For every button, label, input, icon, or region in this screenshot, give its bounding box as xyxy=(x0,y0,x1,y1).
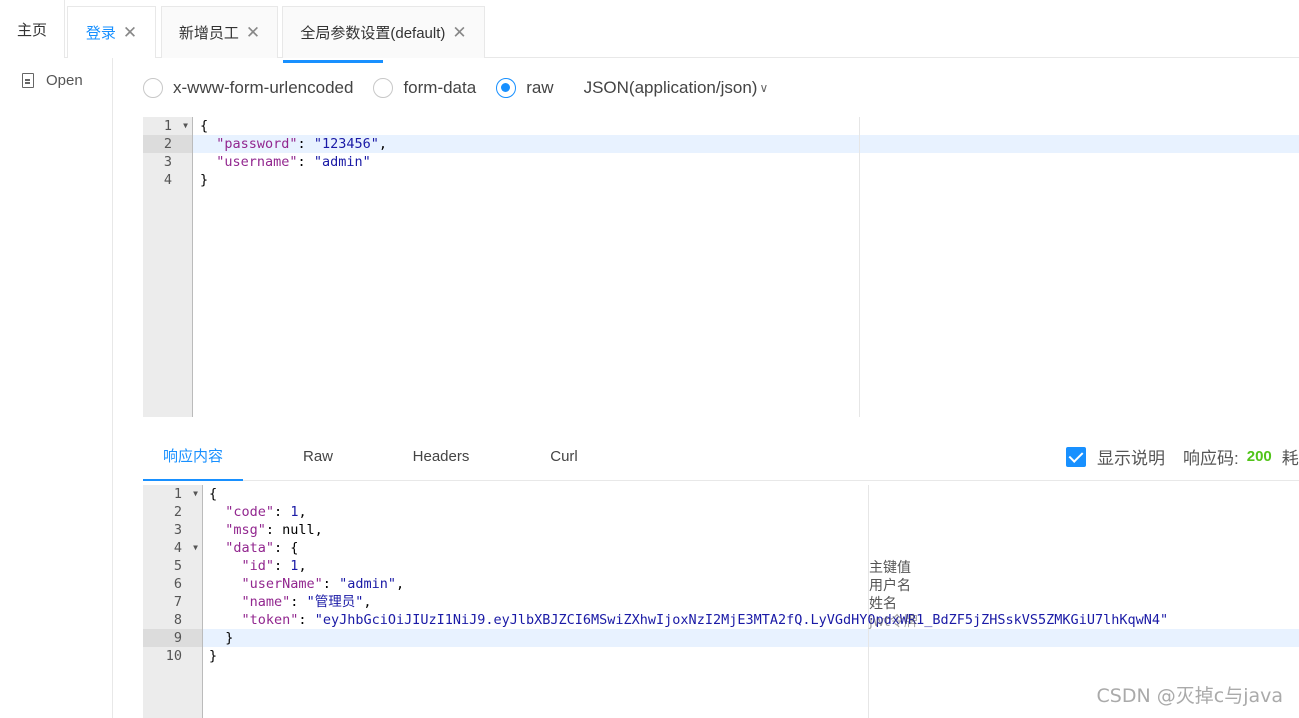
line-number: 8 xyxy=(173,612,182,628)
chevron-down-icon: ∨ xyxy=(759,81,769,95)
line-number: 4 xyxy=(163,172,172,188)
code-line: } xyxy=(209,648,218,664)
field-annotation: 主键值 xyxy=(869,560,911,576)
request-body-editor[interactable]: 1 ▼ 2 3 4 { "password": "123456", "userna… xyxy=(143,117,1299,417)
response-meta: 显示说明 响应码: 200 耗 xyxy=(1066,444,1299,469)
code-line: { xyxy=(200,118,209,134)
code-lines: { "code": 1, "msg": null, "data": { "id"… xyxy=(209,485,1168,665)
tab-home[interactable]: 主页 xyxy=(0,0,65,58)
line-number: 10 xyxy=(165,648,182,664)
tab-add-employee[interactable]: 新增员工 ✕ xyxy=(161,6,278,58)
tab-global-params[interactable]: 全局参数设置(default) ✕ xyxy=(282,6,485,58)
tab-label: 登录 xyxy=(85,25,116,42)
code-line: "userName": "admin", xyxy=(241,576,405,592)
status-code: 200 xyxy=(1246,448,1272,465)
code-line: "id": 1, xyxy=(241,558,307,574)
radio-urlencoded[interactable]: x-www-form-urlencoded xyxy=(143,78,353,98)
fold-arrow-icon: ▼ xyxy=(193,489,198,498)
tab-label: 主页 xyxy=(16,21,47,39)
code-line: "msg": null, xyxy=(225,522,323,538)
field-annotation: 姓名 xyxy=(869,596,897,612)
code-line: } xyxy=(209,630,234,646)
line-number: 7 xyxy=(173,594,182,610)
fold-arrow-icon: ▼ xyxy=(193,543,198,552)
radio-button[interactable] xyxy=(373,78,394,98)
file-icon xyxy=(22,73,34,88)
tab-headers[interactable]: Headers xyxy=(391,432,491,481)
line-number: 4 ▼ xyxy=(173,540,198,556)
line-number: 6 xyxy=(173,576,182,592)
line-gutter: 1 ▼ 2 3 4 xyxy=(143,117,193,417)
line-number: 3 xyxy=(163,154,172,170)
content-type-label: JSON(application/json) xyxy=(583,78,758,97)
line-number: 2 xyxy=(173,504,182,520)
radio-button[interactable] xyxy=(496,78,517,98)
body-type-selector: x-www-form-urlencoded form-data raw JSON… xyxy=(143,76,768,100)
radio-label: x-www-form-urlencoded xyxy=(173,78,354,97)
line-number: 1 ▼ xyxy=(173,486,198,502)
close-icon[interactable]: ✕ xyxy=(123,24,137,41)
tab-bar: 主页 登录 ✕ 新增员工 ✕ 全局参数设置(default) ✕ xyxy=(0,0,1299,58)
line-number: 2 xyxy=(143,135,192,153)
sidebar-item-open[interactable]: Open xyxy=(22,72,83,89)
code-line: "token": "eyJhbGciOiJIUzI1NiJ9.eyJlbXBJZ… xyxy=(241,612,1169,628)
radio-form-data[interactable]: form-data xyxy=(373,78,476,98)
close-icon[interactable]: ✕ xyxy=(452,24,466,41)
code-line: "name": "管理员", xyxy=(241,594,372,610)
line-gutter: 1 ▼ 2 3 4 ▼ 5 6 7 8 9 10 xyxy=(143,485,203,718)
code-lines: { "password": "123456", "username": "adm… xyxy=(200,117,387,189)
radio-label: raw xyxy=(526,78,554,97)
fold-arrow-icon: ▼ xyxy=(183,121,188,130)
radio-button[interactable] xyxy=(143,78,163,98)
tab-login[interactable]: 登录 ✕ xyxy=(67,6,156,58)
code-line: "code": 1, xyxy=(225,504,307,520)
field-annotation: jwt令牌 xyxy=(869,614,918,630)
time-label: 耗 xyxy=(1281,449,1299,468)
code-line: "data": { xyxy=(225,540,299,556)
active-section-indicator xyxy=(283,60,383,63)
content-type-dropdown[interactable]: JSON(application/json) ∨ xyxy=(584,78,769,98)
sidebar-item-label: Open xyxy=(46,72,83,89)
tab-label: 全局参数设置(default) xyxy=(300,25,446,42)
line-number: 1 ▼ xyxy=(163,118,188,134)
field-annotation: 用户名 xyxy=(869,578,911,594)
show-description-label: 显示说明 xyxy=(1097,449,1165,468)
print-margin xyxy=(859,117,860,417)
sidebar: Open xyxy=(0,58,113,718)
line-number: 5 xyxy=(173,558,182,574)
code-line: } xyxy=(200,172,209,188)
show-description-checkbox[interactable] xyxy=(1066,446,1086,467)
watermark: CSDN @灭掉c与java xyxy=(1096,685,1283,707)
tab-raw[interactable]: Raw xyxy=(268,432,368,481)
close-icon[interactable]: ✕ xyxy=(246,24,260,41)
tab-response-content[interactable]: 响应内容 xyxy=(143,432,243,481)
tab-label: 新增员工 xyxy=(178,25,239,42)
code-line: "password": "123456", xyxy=(216,136,387,152)
tab-curl[interactable]: Curl xyxy=(514,432,614,481)
radio-raw[interactable]: raw xyxy=(496,78,554,98)
line-number: 3 xyxy=(173,522,182,538)
code-line: "username": "admin" xyxy=(216,154,371,170)
code-line: { xyxy=(209,486,218,502)
line-number: 9 xyxy=(143,629,202,647)
radio-label: form-data xyxy=(403,78,477,97)
status-label: 响应码: xyxy=(1183,449,1239,468)
